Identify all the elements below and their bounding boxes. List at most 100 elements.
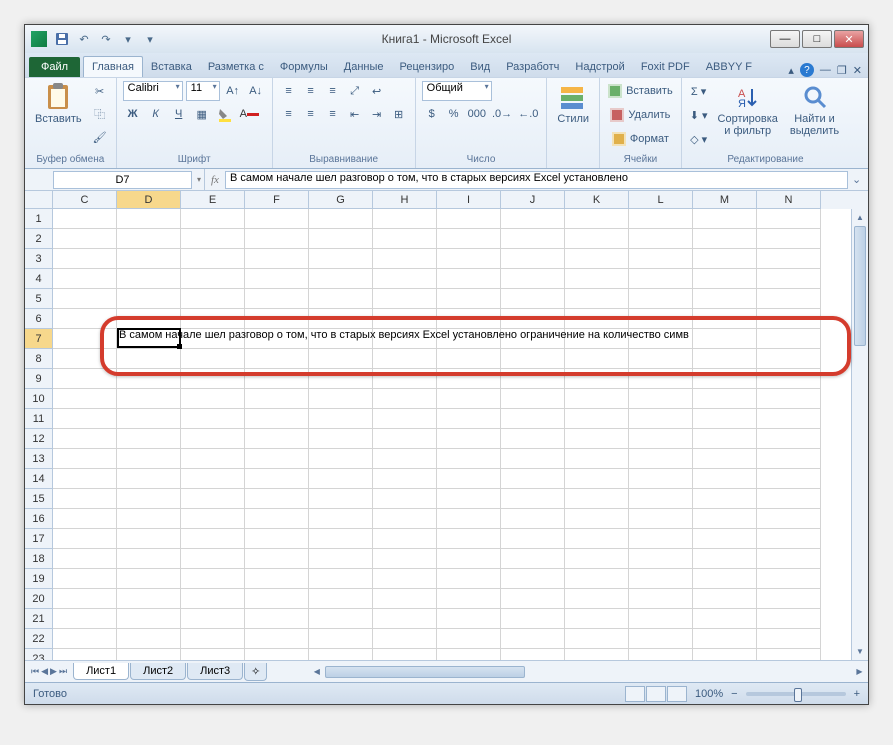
cell[interactable]	[53, 229, 117, 249]
cell[interactable]	[565, 429, 629, 449]
font-color-icon[interactable]: A	[238, 104, 261, 124]
cell[interactable]	[373, 609, 437, 629]
column-header[interactable]: J	[501, 191, 565, 209]
increase-decimal-icon[interactable]: .0→	[490, 104, 514, 124]
cell[interactable]	[437, 509, 501, 529]
cell[interactable]	[629, 549, 693, 569]
cell[interactable]	[53, 649, 117, 660]
tab-formulas[interactable]: Формулы	[272, 57, 336, 77]
cell[interactable]	[629, 649, 693, 660]
cell[interactable]	[53, 289, 117, 309]
cell[interactable]	[629, 529, 693, 549]
cell[interactable]	[373, 449, 437, 469]
cell[interactable]	[437, 609, 501, 629]
cell[interactable]	[181, 349, 245, 369]
cell[interactable]	[501, 369, 565, 389]
cell[interactable]	[501, 349, 565, 369]
cell[interactable]	[245, 509, 309, 529]
cell[interactable]	[117, 589, 181, 609]
cell[interactable]	[565, 229, 629, 249]
fill-color-icon[interactable]	[215, 104, 235, 124]
first-sheet-icon[interactable]: ⏮	[31, 666, 39, 677]
cell[interactable]	[693, 269, 757, 289]
column-header[interactable]: L	[629, 191, 693, 209]
cell[interactable]	[245, 309, 309, 329]
cell[interactable]	[629, 409, 693, 429]
cell[interactable]	[117, 569, 181, 589]
tab-review[interactable]: Рецензиро	[392, 57, 463, 77]
cell[interactable]	[437, 549, 501, 569]
cell[interactable]	[757, 649, 821, 660]
cell[interactable]	[757, 429, 821, 449]
cell[interactable]	[373, 369, 437, 389]
row-header[interactable]: 18	[25, 549, 53, 569]
cell[interactable]	[437, 309, 501, 329]
zoom-slider[interactable]	[746, 692, 846, 696]
cell[interactable]	[693, 349, 757, 369]
cell[interactable]	[437, 389, 501, 409]
column-header[interactable]: M	[693, 191, 757, 209]
border-icon[interactable]: ▦	[192, 104, 212, 124]
cell[interactable]	[245, 409, 309, 429]
merge-icon[interactable]: ⊞	[389, 104, 409, 124]
cell[interactable]	[629, 589, 693, 609]
cell[interactable]	[309, 569, 373, 589]
cell[interactable]	[181, 429, 245, 449]
cell[interactable]	[117, 209, 181, 229]
cell[interactable]	[501, 429, 565, 449]
cell[interactable]	[757, 569, 821, 589]
cell[interactable]	[693, 329, 757, 349]
cell[interactable]	[53, 609, 117, 629]
doc-minimize-icon[interactable]: —	[820, 64, 831, 76]
cell[interactable]	[373, 209, 437, 229]
cell[interactable]	[437, 289, 501, 309]
decrease-decimal-icon[interactable]: ←.0	[516, 104, 540, 124]
cell[interactable]	[117, 649, 181, 660]
minimize-button[interactable]: —	[770, 30, 800, 48]
cell[interactable]	[245, 529, 309, 549]
column-header[interactable]: F	[245, 191, 309, 209]
cell[interactable]	[245, 289, 309, 309]
cell[interactable]	[117, 449, 181, 469]
cell[interactable]	[757, 309, 821, 329]
cell[interactable]	[245, 589, 309, 609]
cell[interactable]	[757, 489, 821, 509]
row-header[interactable]: 2	[25, 229, 53, 249]
namebox-dropdown-icon[interactable]: ▾	[197, 175, 201, 184]
cell[interactable]	[565, 609, 629, 629]
delete-cells-button[interactable]: Удалить	[606, 105, 675, 125]
cell[interactable]	[501, 489, 565, 509]
cell[interactable]	[757, 209, 821, 229]
cell[interactable]	[565, 649, 629, 660]
cell[interactable]	[117, 389, 181, 409]
cell[interactable]	[693, 429, 757, 449]
cell[interactable]	[373, 509, 437, 529]
cell[interactable]	[629, 509, 693, 529]
tab-view[interactable]: Вид	[462, 57, 498, 77]
cell[interactable]	[565, 289, 629, 309]
scroll-up-icon[interactable]: ▲	[852, 209, 868, 226]
cell[interactable]	[501, 569, 565, 589]
cell[interactable]	[117, 269, 181, 289]
scrollbar-thumb[interactable]	[854, 226, 866, 346]
cell[interactable]	[181, 229, 245, 249]
cell[interactable]	[53, 249, 117, 269]
cell[interactable]	[629, 629, 693, 649]
cell[interactable]	[181, 649, 245, 660]
cell[interactable]	[309, 429, 373, 449]
horizontal-scrollbar[interactable]: ◀ ▶	[308, 663, 868, 680]
cell[interactable]	[309, 229, 373, 249]
cell[interactable]	[245, 269, 309, 289]
paste-button[interactable]: Вставить	[31, 81, 86, 127]
cell[interactable]	[373, 529, 437, 549]
align-middle-icon[interactable]: ≡	[301, 81, 321, 101]
row-header[interactable]: 5	[25, 289, 53, 309]
cell[interactable]	[693, 469, 757, 489]
cell[interactable]	[245, 249, 309, 269]
cell[interactable]	[309, 629, 373, 649]
cell[interactable]	[117, 629, 181, 649]
cell[interactable]	[757, 389, 821, 409]
row-header[interactable]: 9	[25, 369, 53, 389]
row-header[interactable]: 7	[25, 329, 53, 349]
doc-close-icon[interactable]: ✕	[853, 64, 862, 77]
